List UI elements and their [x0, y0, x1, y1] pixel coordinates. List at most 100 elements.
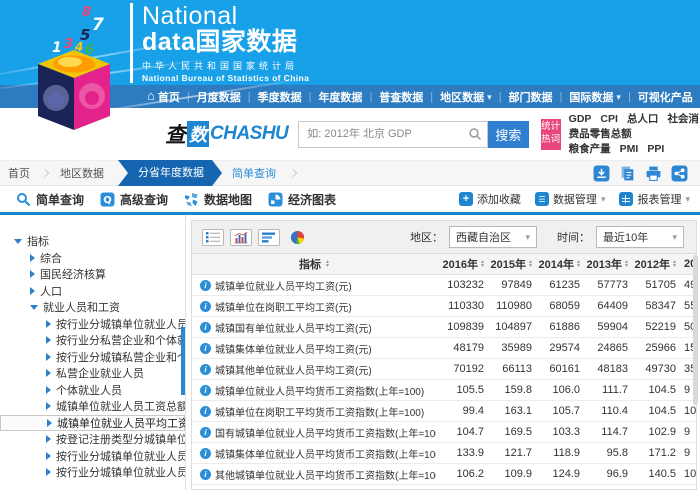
sidebar-item-11[interactable]: 城镇单位就业人员工资总额和指数 — [0, 398, 185, 415]
nav-item-label: 普查数据 — [379, 89, 423, 105]
chevron-down-icon — [685, 193, 690, 205]
sidebar-item-label: 综合 — [40, 250, 62, 266]
info-icon[interactable] — [200, 301, 211, 312]
sidebar-item-6[interactable]: 按行业分城镇单位就业人员 — [0, 316, 185, 333]
info-icon[interactable] — [200, 280, 211, 291]
info-icon[interactable] — [200, 406, 211, 417]
tab-data-map[interactable]: 数据地图 — [184, 191, 252, 208]
value-cell: 159.8 — [484, 384, 532, 396]
value-cell: 99.4 — [436, 405, 484, 417]
sidebar-item-label: 城镇单位就业人员工资总额和指数 — [56, 398, 186, 414]
info-icon[interactable] — [200, 322, 211, 333]
bar-chart-view-button[interactable] — [230, 229, 252, 246]
info-icon[interactable] — [200, 427, 211, 438]
share-icon[interactable] — [671, 165, 688, 182]
search-button[interactable]: 搜索 — [488, 121, 528, 148]
table-header-col-1[interactable]: 指标 — [192, 256, 436, 272]
sidebar-item-10[interactable]: 个体就业人员 — [0, 382, 185, 399]
indicator-cell: 国有城镇单位就业人员平均货币工资指数(上年=100) — [192, 425, 436, 440]
nav-item-label: 地区数据 — [440, 89, 484, 105]
data-management-button[interactable]: 数据管理 — [535, 191, 606, 207]
sidebar-item-14[interactable]: 按行业分城镇单位就业人员工资总 — [0, 448, 185, 465]
info-icon[interactable] — [200, 364, 211, 375]
table-row: 城镇单位就业人员平均货币工资指数(上年=100)105.5159.8106.01… — [192, 380, 696, 401]
svg-text:1: 1 — [52, 40, 62, 56]
breadcrumb-current[interactable]: 简单查询 — [222, 165, 286, 181]
sidebar-item-8[interactable]: 按行业分城镇私营企业和个体就业 — [0, 349, 185, 366]
hot-word-link[interactable]: 总人口 — [627, 113, 659, 125]
sidebar-item-1[interactable]: 指标 — [0, 233, 185, 250]
hot-word-link[interactable]: PMI — [620, 143, 639, 155]
sidebar-item-12[interactable]: 城镇单位就业人员平均工资和指数 — [0, 415, 185, 432]
pie-chart-view-button[interactable] — [286, 229, 308, 246]
table-scrollbar[interactable] — [693, 255, 698, 405]
table-header-col-4[interactable]: 2014年 — [532, 256, 580, 272]
sidebar-item-13[interactable]: 按登记注册类型分城镇单位就业人 — [0, 431, 185, 448]
search-input[interactable] — [298, 121, 488, 148]
breadcrumb-section[interactable]: 地区数据 — [52, 165, 112, 181]
sort-icon[interactable] — [326, 260, 329, 269]
sidebar-item-2[interactable]: 综合 — [0, 250, 185, 267]
tab-simple-query[interactable]: 简单查询 — [16, 191, 84, 208]
nav-item-6[interactable]: 地区数据 — [433, 89, 499, 105]
list-view-button[interactable] — [202, 229, 224, 246]
sidebar-item-4[interactable]: 人口 — [0, 283, 185, 300]
site-title-line2: data国家数据 — [142, 29, 309, 56]
sidebar-item-15[interactable]: 按行业分城镇单位就业人员平均工 — [0, 464, 185, 481]
hot-word-link[interactable]: 粮食产量 — [569, 143, 611, 155]
table-header-col-6[interactable]: 2012年 — [628, 256, 676, 272]
indicator-name: 城镇单位在岗职工平均货币工资指数(上年=100) — [215, 404, 424, 419]
value-cell: 163.1 — [484, 405, 532, 417]
print-icon[interactable] — [645, 165, 662, 182]
value-cell: 104.5 — [628, 405, 676, 417]
tree-collapsed-icon — [30, 287, 35, 295]
hot-word-link[interactable]: GDP — [569, 113, 592, 125]
sidebar-scrollbar[interactable] — [181, 327, 185, 395]
time-select[interactable]: 最近10年 — [596, 226, 684, 248]
table-header-col-5[interactable]: 2013年 — [580, 256, 628, 272]
indicator-tree-sidebar: 指标综合国民经济核算人口就业人员和工资按行业分城镇单位就业人员按行业分私营企业和… — [0, 215, 186, 490]
copy-icon[interactable] — [619, 165, 636, 182]
sidebar-item-3[interactable]: 国民经济核算 — [0, 266, 185, 283]
site-title-block: National data国家数据 中华人民共和国国家统计局 National … — [130, 3, 309, 83]
tree-collapsed-icon — [46, 369, 51, 377]
value-cell: 52219 — [628, 321, 676, 333]
nav-item-8[interactable]: 国际数据 — [562, 89, 628, 105]
breadcrumb-home[interactable]: 首页 — [0, 165, 38, 181]
nav-item-9[interactable]: 可视化产品 — [631, 89, 700, 105]
hot-word-link[interactable]: PPI — [647, 143, 664, 155]
sidebar-item-label: 国民经济核算 — [40, 266, 106, 282]
nav-item-7[interactable]: 部门数据 — [502, 89, 560, 105]
table-header-col-3[interactable]: 2015年 — [484, 256, 532, 272]
sidebar-item-5[interactable]: 就业人员和工资 — [0, 299, 185, 316]
region-select[interactable]: 西藏自治区 — [449, 226, 537, 248]
nav-item-4[interactable]: 年度数据 — [311, 89, 369, 105]
download-icon[interactable] — [593, 165, 610, 182]
info-icon[interactable] — [200, 448, 211, 459]
chashu-logo-en: CHASHU — [210, 123, 288, 145]
hot-words: GDPCPI总人口社会消费品零售总额 粮食产量PMIPPI — [569, 112, 700, 157]
breadcrumb-active-tab[interactable]: 分省年度数据 — [118, 160, 222, 186]
value-cell: 9 — [676, 426, 696, 438]
hot-word-link[interactable]: CPI — [600, 113, 618, 125]
tab-econ-chart[interactable]: 经济图表 — [268, 191, 336, 208]
info-icon[interactable] — [200, 469, 211, 480]
hbar-chart-view-button[interactable] — [258, 229, 280, 246]
value-cell: 49730 — [628, 363, 676, 375]
indicator-cell: 城镇单位就业人员平均工资(元) — [192, 278, 436, 293]
svg-text:Q: Q — [103, 195, 112, 206]
report-management-button[interactable]: 报表管理 — [619, 191, 690, 207]
nav-item-5[interactable]: 普查数据 — [372, 89, 430, 105]
tab-advanced-query[interactable]: Q 高级查询 — [100, 191, 168, 208]
info-icon[interactable] — [200, 343, 211, 354]
nav-item-3[interactable]: 季度数据 — [251, 89, 309, 105]
indicator-cell: 城镇集体单位就业人员平均货币工资指数(上年=100) — [192, 446, 436, 461]
indicator-name: 城镇集体单位就业人员平均工资(元) — [215, 341, 372, 356]
info-icon[interactable] — [200, 385, 211, 396]
sidebar-item-label: 个体就业人员 — [56, 382, 122, 398]
tree-collapsed-icon — [46, 452, 51, 460]
add-favorite-button[interactable]: 添加收藏 — [459, 191, 521, 207]
table-header-col-2[interactable]: 2016年 — [436, 256, 484, 272]
sidebar-item-9[interactable]: 私营企业就业人员 — [0, 365, 185, 382]
sidebar-item-7[interactable]: 按行业分私营企业和个体就业人员 — [0, 332, 185, 349]
